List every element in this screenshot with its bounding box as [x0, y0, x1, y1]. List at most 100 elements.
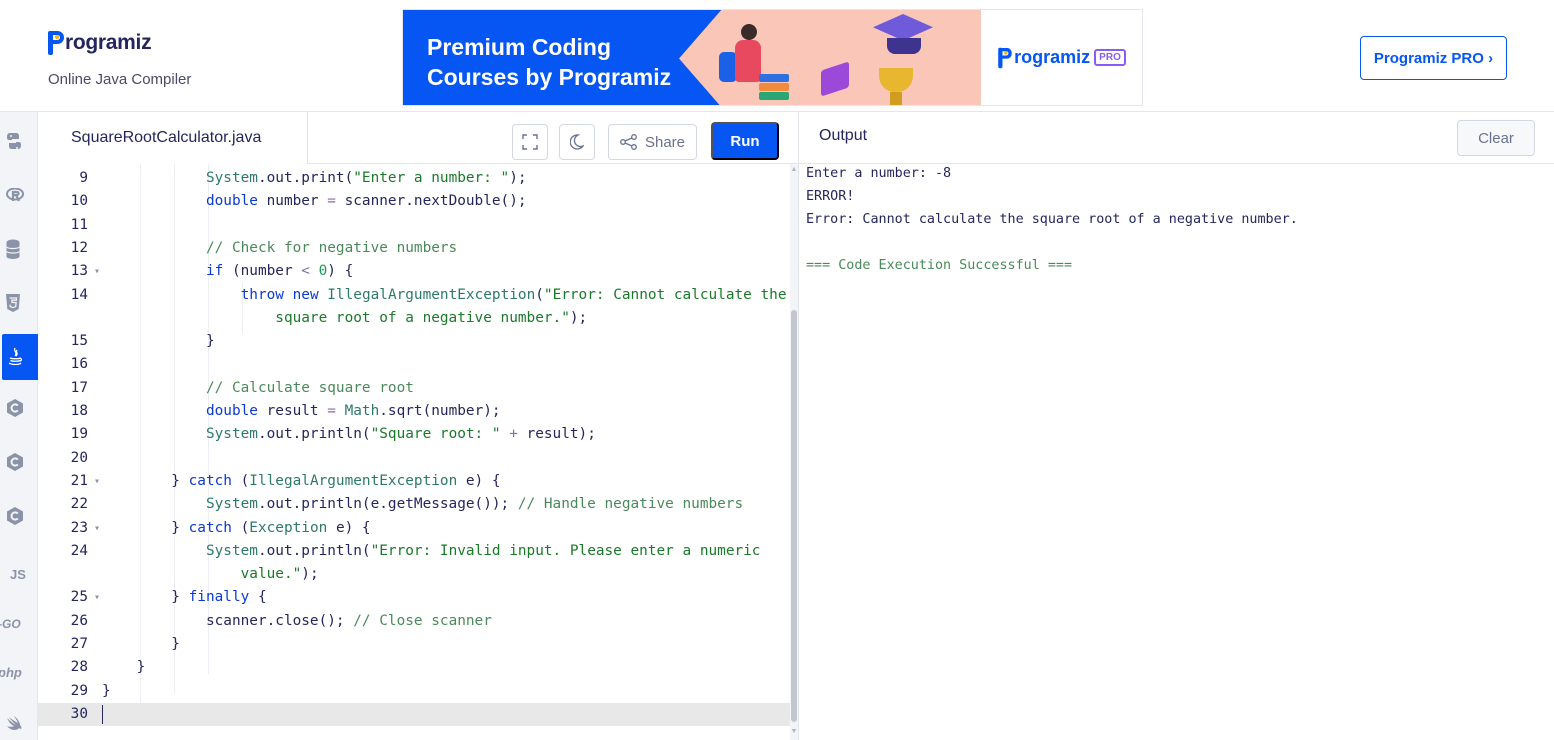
sidebar-item-swift[interactable]	[0, 700, 38, 740]
line-number: 19	[70, 426, 88, 443]
code-line[interactable]: square root of a negative number.");	[38, 307, 790, 330]
code-text: // Check for negative numbers	[205, 239, 458, 256]
line-number: 12	[70, 239, 88, 256]
sidebar-item-python[interactable]	[0, 118, 38, 164]
code-line[interactable]: 22 System.out.println(e.getMessage()); /…	[38, 493, 790, 516]
code-text: square root of a negative number.");	[275, 309, 588, 326]
sidebar-item-r[interactable]	[0, 172, 38, 218]
code-text: }	[102, 659, 146, 676]
fullscreen-button[interactable]	[512, 124, 548, 160]
code-text: scanner.close(); // Close scanner	[102, 612, 492, 629]
programiz-pro-button[interactable]: Programiz PRO ›	[1360, 36, 1507, 80]
pro-badge: PRO	[1094, 49, 1126, 66]
share-icon	[620, 134, 637, 150]
share-label: Share	[644, 133, 686, 151]
sidebar-item-php[interactable]: php	[0, 649, 38, 695]
scroll-down-arrow-icon[interactable]: ▼	[790, 728, 798, 736]
java-icon	[8, 347, 22, 366]
sidebar-item-sql[interactable]	[0, 226, 38, 272]
pro-logo-text: rogramiz	[1014, 47, 1091, 67]
sidebar-item-cpp[interactable]	[0, 439, 38, 485]
programiz-logo-icon	[998, 47, 1012, 68]
code-text: throw new IllegalArgumentException("Erro…	[240, 286, 787, 303]
code-line[interactable]: 10 double number = scanner.nextDouble();	[38, 190, 790, 213]
line-number: 29	[70, 682, 88, 699]
code-text: // Calculate square root	[205, 379, 414, 396]
sidebar-item-go[interactable]: -GO	[0, 601, 38, 647]
text-cursor	[102, 704, 103, 725]
code-text: } catch (Exception e) {	[102, 519, 371, 536]
language-sidebar: JS -GO php	[0, 112, 38, 740]
code-line[interactable]: 28 }	[38, 656, 790, 679]
code-line[interactable]: 30	[38, 702, 790, 727]
line-number: 22	[70, 496, 88, 513]
code-line[interactable]: 20	[38, 447, 790, 470]
share-button[interactable]: Share	[608, 124, 697, 160]
trophy-base	[890, 92, 902, 105]
php-icon: php	[0, 664, 22, 680]
editor-scrollbar-thumb[interactable]	[791, 310, 797, 722]
code-text: System.out.println("Error: Invalid input…	[205, 542, 761, 559]
code-line[interactable]: 16	[38, 353, 790, 376]
line-number: 30	[70, 705, 88, 722]
code-line[interactable]: 19 System.out.println("Square root: " + …	[38, 423, 790, 446]
code-line[interactable]: 17 // Calculate square root	[38, 377, 790, 400]
sidebar-item-c[interactable]	[0, 385, 38, 431]
line-number: 23 ▾	[38, 517, 100, 540]
line-number: 11	[70, 216, 88, 233]
line-number: 16	[70, 356, 88, 373]
code-line[interactable]: 29}	[38, 680, 790, 703]
theme-toggle-button[interactable]	[559, 124, 595, 160]
top-header: rogramiz Online Java Compiler Premium Co…	[0, 0, 1554, 112]
programiz-logo[interactable]: rogramiz	[48, 31, 152, 55]
scroll-up-arrow-icon[interactable]: ▲	[790, 166, 798, 174]
code-line[interactable]: 24 System.out.println("Error: Invalid in…	[38, 540, 790, 563]
graduation-cap-base	[887, 38, 921, 54]
code-text: } finally {	[102, 589, 267, 606]
code-line[interactable]: 23 ▾ } catch (Exception e) {	[38, 517, 790, 540]
code-text: }	[102, 636, 180, 652]
code-line[interactable]: 9 System.out.print("Enter a number: ");	[38, 167, 790, 190]
promo-banner[interactable]: Premium Coding Courses by Programiz rogr…	[402, 9, 1143, 106]
line-number: 26	[70, 612, 88, 629]
sidebar-item-js[interactable]: JS	[0, 551, 38, 597]
code-line[interactable]: 21 ▾ } catch (IllegalArgumentException e)…	[38, 470, 790, 493]
code-line[interactable]: 18 double result = Math.sqrt(number);	[38, 400, 790, 423]
fold-arrow-icon[interactable]: ▾	[94, 517, 100, 540]
code-editor[interactable]: 9 System.out.print("Enter a number: "); 1…	[38, 164, 790, 740]
banner-title-line2: Courses by Programiz	[427, 64, 672, 90]
code-line[interactable]: 15 }	[38, 330, 790, 353]
fold-arrow-icon[interactable]: ▾	[94, 586, 100, 609]
line-number: 9	[79, 170, 88, 186]
sidebar-item-csharp[interactable]	[0, 493, 38, 539]
r-icon	[6, 188, 24, 202]
code-line[interactable]: value.");	[38, 563, 790, 586]
code-text: System.out.print("Enter a number: ");	[205, 170, 527, 186]
run-button[interactable]: Run	[711, 122, 779, 160]
banner-title-line1: Premium Coding	[427, 34, 612, 60]
code-line[interactable]: 12 // Check for negative numbers	[38, 237, 790, 260]
code-line[interactable]: 26 scanner.close(); // Close scanner	[38, 610, 790, 633]
file-tab[interactable]: SquareRootCalculator.java	[38, 112, 308, 165]
code-line[interactable]: 25 ▾ } finally {	[38, 586, 790, 609]
clear-button[interactable]: Clear	[1457, 120, 1535, 156]
code-line[interactable]: 13 ▾ if (number < 0) {	[38, 260, 790, 283]
output-status-line: === Code Execution Successful ===	[806, 258, 1073, 273]
line-number: 18	[70, 403, 88, 419]
sidebar-item-html[interactable]	[0, 280, 38, 326]
line-number: 28	[70, 659, 88, 676]
go-icon: -GO	[0, 617, 21, 631]
fold-arrow-icon[interactable]: ▾	[94, 470, 100, 493]
output-console[interactable]: Enter a number: -8 ERROR! Error: Cannot …	[798, 164, 1554, 740]
banner-left: Premium Coding Courses by Programiz	[403, 10, 981, 105]
code-line[interactable]: 14 throw new IllegalArgumentException("E…	[38, 284, 790, 307]
code-line[interactable]: 27 }	[38, 633, 790, 656]
code-text: if (number < 0) {	[205, 263, 354, 280]
fold-arrow-icon[interactable]: ▾	[94, 260, 100, 283]
code-line[interactable]: 11	[38, 214, 790, 237]
sidebar-item-java[interactable]	[2, 334, 38, 380]
banner-title: Premium Coding Courses by Programiz	[427, 32, 687, 92]
output-title: Output	[819, 127, 868, 144]
programiz-logo-icon	[48, 31, 64, 55]
js-icon: JS	[10, 566, 26, 582]
